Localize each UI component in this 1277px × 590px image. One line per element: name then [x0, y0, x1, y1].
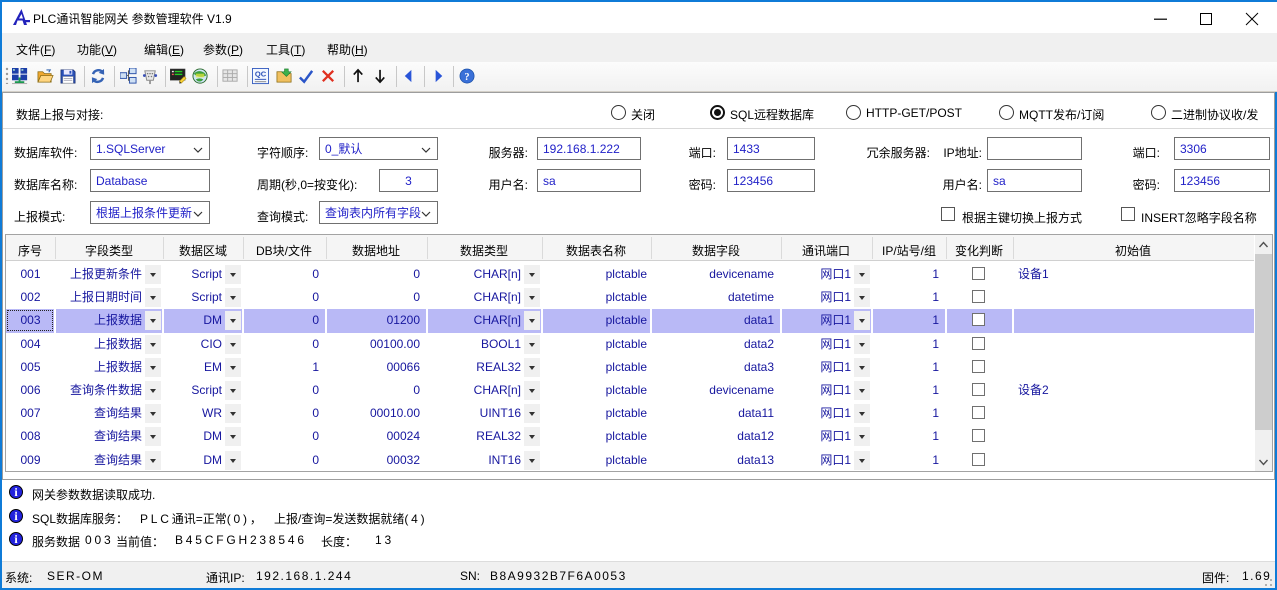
- svg-text:QC: QC: [255, 70, 267, 79]
- svg-text:?: ?: [464, 72, 469, 83]
